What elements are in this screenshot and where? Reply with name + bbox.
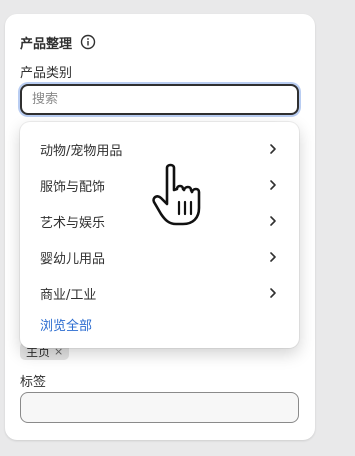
chevron-right-icon xyxy=(270,180,276,190)
chevron-right-icon xyxy=(270,216,276,226)
chevron-right-icon xyxy=(270,288,276,298)
category-label: 产品类别 xyxy=(20,66,73,81)
browse-all-link[interactable]: 浏览全部 xyxy=(40,315,92,334)
menu-item-business-industrial[interactable]: 商业/工业 xyxy=(20,275,299,311)
category-dropdown: 动物/宠物用品 服饰与配饰 艺术与娱乐 婴幼儿用品 商业/工业 浏览全部 xyxy=(20,122,299,348)
menu-item-baby-toddler[interactable]: 婴幼儿用品 xyxy=(20,239,299,275)
tags-input[interactable] xyxy=(20,392,299,423)
menu-item-label: 服饰与配饰 xyxy=(40,179,106,195)
tags-label: 标签 xyxy=(20,375,47,390)
hand-pointer-cursor-icon xyxy=(152,163,201,226)
category-search-box[interactable] xyxy=(20,84,299,115)
menu-item-label: 商业/工业 xyxy=(40,287,97,303)
chevron-right-icon xyxy=(270,144,276,154)
info-icon[interactable] xyxy=(80,34,96,50)
section-title: 产品整理 xyxy=(20,36,73,52)
chevron-right-icon xyxy=(270,252,276,262)
menu-item-label: 动物/宠物用品 xyxy=(40,143,123,159)
section-header: 产品整理 xyxy=(20,32,96,52)
menu-item-label: 艺术与娱乐 xyxy=(40,215,106,231)
menu-item-label: 婴幼儿用品 xyxy=(40,251,106,267)
category-search-input[interactable] xyxy=(22,86,272,113)
